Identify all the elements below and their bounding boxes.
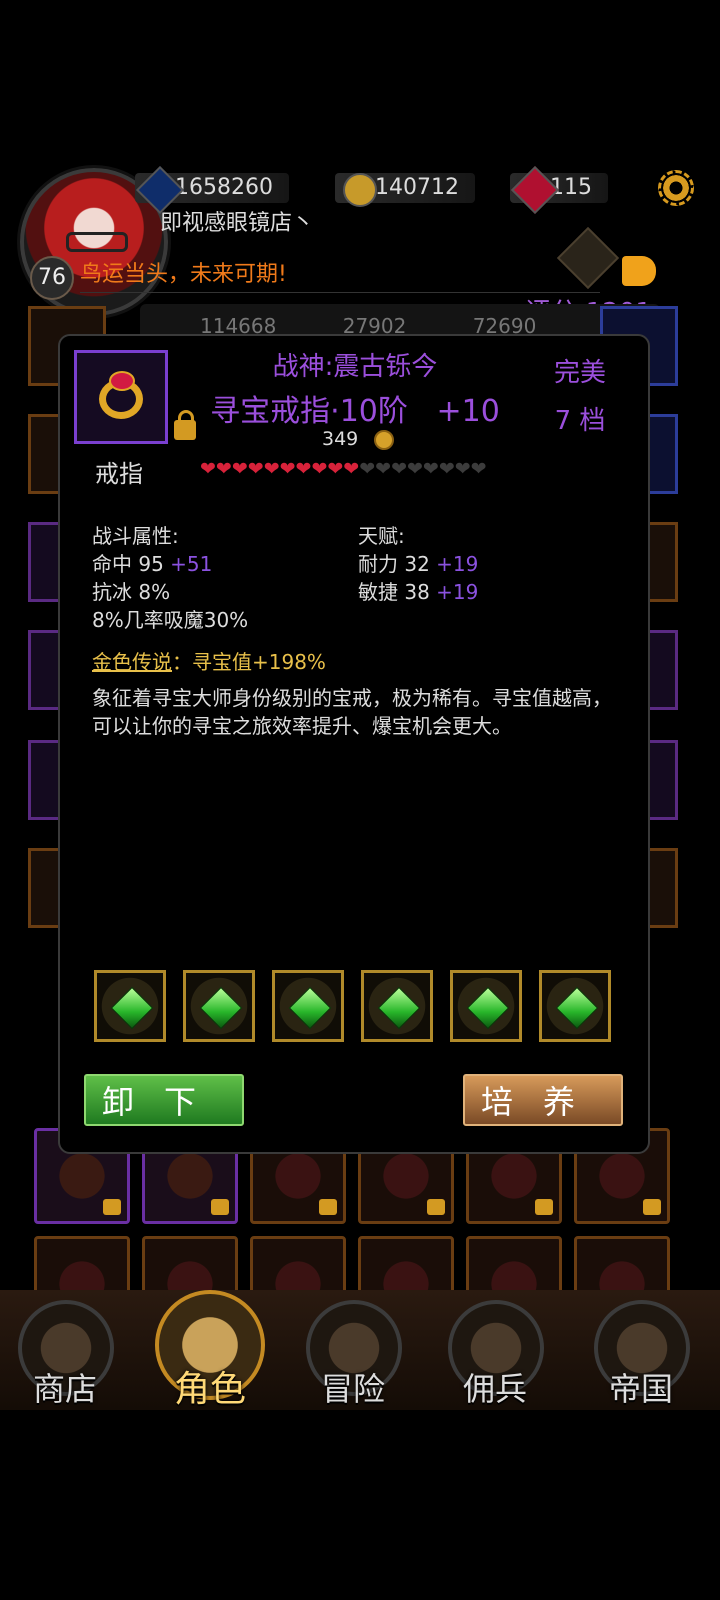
gem-socket[interactable] [450,970,522,1042]
nav-label-shop[interactable]: 商店 [10,1364,120,1410]
item-slot-name: 戒指 [95,460,143,488]
legend-label[interactable]: 金色传说 [92,650,172,674]
heart-empty-icon: ❤ [438,458,455,480]
unequip-button[interactable]: 卸下 [84,1074,244,1126]
heart-empty-icon: ❤ [375,458,392,480]
gear-icon[interactable] [658,170,694,206]
currency-gold-coin[interactable]: 140712 [335,170,475,207]
talent-title: 天赋: [358,524,405,548]
heart-filled-icon: ❤ [327,458,344,480]
combat-stat-row: 8%几率吸魔30% [92,608,249,632]
combat-stat-row: 抗冰 8% [92,580,171,604]
combat-stats-title: 战斗属性: [92,524,179,548]
gem-socket[interactable] [361,970,433,1042]
nav-label-adventure[interactable]: 冒险 [298,1364,408,1410]
nav-label-mercenary[interactable]: 佣兵 [440,1364,550,1410]
talent-stat-row: 耐力 32 +19 [358,552,479,576]
item-icon-frame [74,350,168,444]
talent-stat-row: 敏捷 38 +19 [358,580,479,604]
gold-coin-icon [374,430,394,450]
cultivate-button[interactable]: 培养 [463,1074,623,1126]
lock-icon [211,1199,229,1215]
item-price: 349 [322,428,359,450]
heart-filled-icon: ❤ [215,458,232,480]
heart-filled-icon: ❤ [231,458,248,480]
shop-name: 即视感眼镜店丶 [160,211,315,236]
heart-filled-icon: ❤ [343,458,360,480]
ruby-icon [109,371,135,391]
megaphone-icon[interactable] [622,256,656,286]
lock-icon [427,1199,445,1215]
heart-filled-icon: ❤ [295,458,312,480]
item-description: 象征着寻宝大师身份级别的宝戒，极为稀有。寻宝值越高，可以让你的寻宝之旅效率提升、… [92,686,612,738]
green-gem-icon [288,986,332,1030]
item-name: 寻宝戒指·10阶 +10 [210,394,500,429]
lock-icon [103,1199,121,1215]
item-quality: 完美 [553,358,606,388]
heart-filled-icon: ❤ [247,458,264,480]
heart-empty-icon: ❤ [470,458,487,480]
glasses-icon [66,232,128,252]
gem-socket[interactable] [94,970,166,1042]
currency-blue-gem[interactable]: 1658260 [135,165,289,215]
heart-rating: ❤❤❤❤❤❤❤❤❤❤❤❤❤❤❤❤❤❤ [200,458,487,480]
lock-icon [643,1199,661,1215]
nav-label-character[interactable]: 角色 [155,1360,265,1412]
gem-socket[interactable] [272,970,344,1042]
currency-red-gem[interactable]: 115 [510,165,608,215]
green-gem-icon [199,986,243,1030]
player-level-badge: 76 [30,256,74,300]
heart-filled-icon: ❤ [311,458,328,480]
heart-filled-icon: ❤ [263,458,280,480]
nav-label-empire[interactable]: 帝国 [586,1364,696,1410]
lock-icon[interactable] [174,410,196,440]
heart-empty-icon: ❤ [359,458,376,480]
legend-effect: 金色传说：寻宝值+198% [92,650,326,674]
marquee-text: 鸟运当头，未来可期! [80,258,600,293]
heart-empty-icon: ❤ [406,458,423,480]
heart-filled-icon: ❤ [279,458,296,480]
gold-coin-icon [343,173,377,207]
heart-filled-icon: ❤ [200,458,216,480]
heart-empty-icon: ❤ [454,458,471,480]
item-subtitle: 战神:震古铄今 [272,352,438,382]
green-gem-icon [377,986,421,1030]
gem-socket[interactable] [539,970,611,1042]
gem-socket[interactable] [183,970,255,1042]
item-grade: 7 档 [554,406,606,436]
combat-stat-row: 命中 95 +51 [92,552,213,576]
heart-empty-icon: ❤ [391,458,407,480]
lock-icon [319,1199,337,1215]
green-gem-icon [555,986,599,1030]
heart-empty-icon: ❤ [422,458,439,480]
lock-icon [535,1199,553,1215]
green-gem-icon [110,986,154,1030]
green-gem-icon [466,986,510,1030]
